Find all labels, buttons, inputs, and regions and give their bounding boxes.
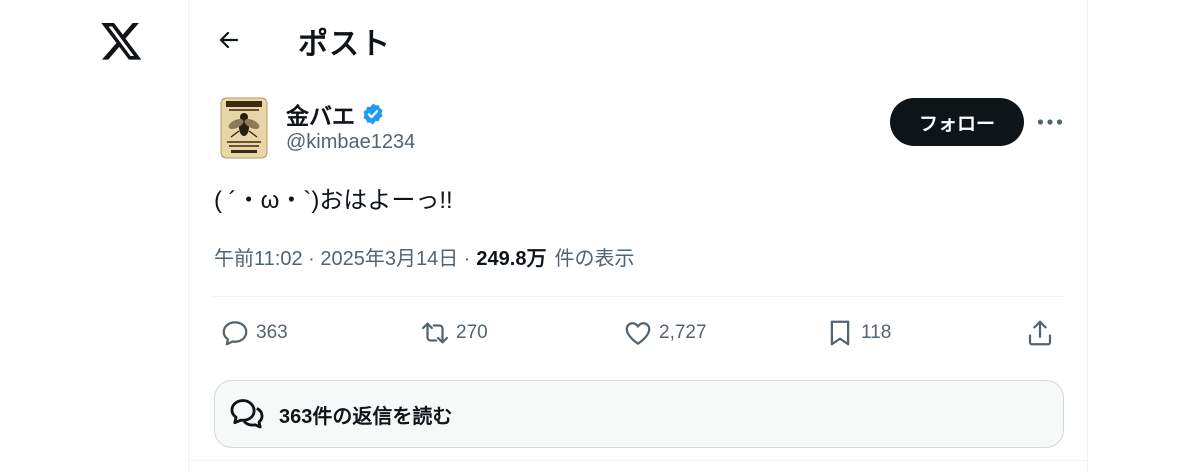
app-root: ポスト 金バエ @kimbae1234 フォロー (´・ω・`)おはよーっ!!… [0,0,1200,472]
bookmark-count: 118 [861,322,892,343]
read-replies-label: 363件の返信を読む [279,405,453,428]
verified-badge-icon[interactable] [361,102,385,126]
reply-icon [222,321,248,346]
reply-button[interactable]: 363 [220,314,288,352]
replies-bubble-icon [230,399,264,429]
avatar[interactable] [219,97,269,159]
retweet-button[interactable]: 270 [420,314,488,352]
heart-icon [625,322,651,345]
back-button[interactable] [211,22,247,58]
post-meta: 午前11:02 · 2025年3月14日 · 249.8万 件の表示 [214,242,634,271]
divider [213,296,1064,297]
share-button[interactable] [1025,314,1055,352]
bookmark-icon [830,320,850,346]
retweet-count: 270 [456,322,488,343]
read-replies-button[interactable]: 363件の返信を読む [214,380,1064,448]
share-icon [1028,320,1052,346]
reply-count: 363 [256,322,288,343]
like-count: 2,727 [659,322,707,343]
retweet-icon [422,322,448,344]
page-title: ポスト [298,28,391,61]
page-header: ポスト [189,0,1087,80]
more-horizontal-icon [1037,119,1063,125]
more-button[interactable] [1035,108,1065,136]
author-name[interactable]: 金バエ [286,97,355,131]
views-label: 件の表示 [554,248,635,270]
post-timestamp[interactable]: 午前11:02 · 2025年3月14日 · [214,242,470,271]
author-name-row: 金バエ [286,97,385,131]
arrow-left-icon [219,31,239,49]
main-column: ポスト 金バエ @kimbae1234 フォロー (´・ω・`)おはよーっ!!… [188,0,1088,472]
author-handle[interactable]: @kimbae1234 [286,131,415,154]
wanted-poster-fly-avatar [220,97,268,159]
post-text: ( ´・ω・`)おはよーっ!! [214,187,453,214]
x-logo-icon[interactable] [100,22,144,62]
bottom-divider [189,460,1087,461]
bookmark-button[interactable]: 118 [825,314,891,352]
follow-button[interactable]: フォロー [890,98,1024,146]
like-button[interactable]: 2,727 [623,314,707,352]
views-count: 249.8万 [476,248,547,270]
